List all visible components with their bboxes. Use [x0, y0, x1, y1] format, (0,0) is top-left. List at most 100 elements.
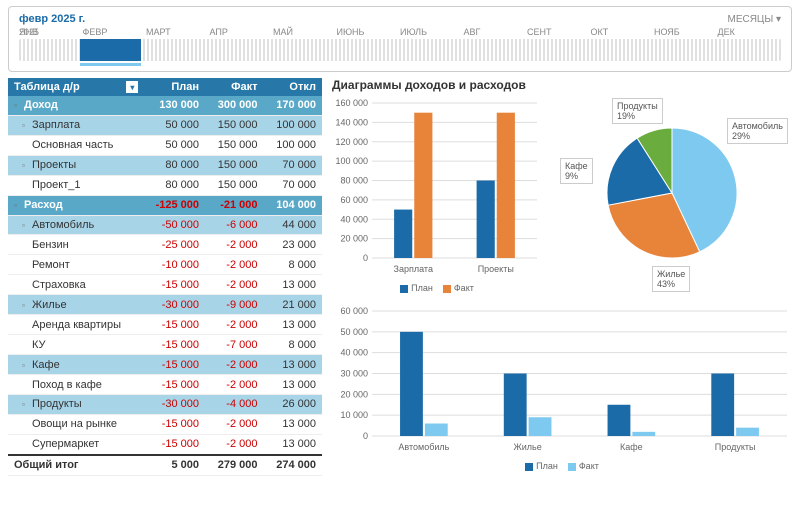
table-cell: ▫Кафе [8, 355, 142, 375]
filter-icon[interactable]: ▾ [126, 81, 138, 93]
svg-text:40 000: 40 000 [340, 348, 368, 358]
table-cell: -2 000 [205, 235, 263, 255]
table-cell: -2 000 [205, 375, 263, 395]
timeline-month-label[interactable]: АПР [210, 27, 274, 37]
expense-pie-chart: Продукты19%Автомобиль29%Кафе9%Жилье43% [552, 98, 772, 298]
timeline-month-label[interactable]: НОЯБ [654, 27, 718, 37]
table-cell: -15 000 [142, 434, 205, 455]
table-header[interactable]: Откл [264, 78, 323, 96]
pie-slice-label: Автомобиль29% [727, 118, 788, 144]
timeline-underline [80, 63, 141, 66]
expand-icon[interactable]: ▫ [22, 400, 30, 409]
svg-text:30 000: 30 000 [340, 369, 368, 379]
table-cell: -6 000 [205, 215, 263, 235]
timeline-month-label[interactable]: МАРТ [146, 27, 210, 37]
table-cell: -4 000 [205, 394, 263, 414]
table-cell: -15 000 [142, 315, 205, 335]
timeline-month-label[interactable]: ИЮНЬ [337, 27, 401, 37]
table-header[interactable]: План [142, 78, 205, 96]
table-cell: 13 000 [264, 375, 323, 395]
table-row[interactable]: Супермаркет-15 000-2 00013 000 [8, 434, 322, 455]
table-cell: Поход в кафе [8, 375, 142, 395]
timeline-track[interactable]: ЯНВФЕВРМАРТАПРМАЙИЮНЬИЮЛЬАВГСЕНТОКТНОЯБД… [19, 39, 781, 61]
expand-icon[interactable]: ▫ [14, 101, 22, 110]
svg-text:Кафе: Кафе [620, 442, 643, 452]
timeline-month-label[interactable]: ИЮЛЬ [400, 27, 464, 37]
svg-text:50 000: 50 000 [340, 327, 368, 337]
timeline-month-label[interactable]: ОКТ [591, 27, 655, 37]
table-row[interactable]: Аренда квартиры-15 000-2 00013 000 [8, 315, 322, 335]
pie-slice-label: Жилье43% [652, 266, 690, 292]
timeline-month-label[interactable]: ДЕК [718, 27, 782, 37]
table-row[interactable]: Овощи на рынке-15 000-2 00013 000 [8, 414, 322, 434]
table-cell: 80 000 [142, 175, 205, 195]
table-row[interactable]: Общий итог5 000279 000274 000 [8, 455, 322, 476]
table-row[interactable]: ▫Кафе-15 000-2 00013 000 [8, 355, 322, 375]
table-row[interactable]: ▫Автомобиль-50 000-6 00044 000 [8, 215, 322, 235]
svg-text:Продукты: Продукты [715, 442, 756, 452]
table-cell: 150 000 [205, 155, 263, 175]
timeline-month-label[interactable]: МАЙ [273, 27, 337, 37]
table-row[interactable]: ▫Расход-125 000-21 000104 000 [8, 195, 322, 215]
table-row[interactable]: ▫Проекты80 000150 00070 000 [8, 155, 322, 175]
svg-text:60 000: 60 000 [340, 306, 368, 316]
expand-icon[interactable]: ▫ [22, 221, 30, 230]
table-cell: 50 000 [142, 135, 205, 155]
table-cell: ▫Жилье [8, 295, 142, 315]
table-cell: ▫Проекты [8, 155, 142, 175]
svg-text:0: 0 [363, 431, 368, 441]
table-cell: -15 000 [142, 414, 205, 434]
table-row[interactable]: КУ-15 000-7 0008 000 [8, 335, 322, 355]
table-row[interactable]: Бензин-25 000-2 00023 000 [8, 235, 322, 255]
expense-legend: План Факт [332, 461, 792, 471]
table-cell: -7 000 [205, 335, 263, 355]
expand-icon[interactable]: ▫ [22, 121, 30, 130]
table-cell: -2 000 [205, 315, 263, 335]
table-cell: Бензин [8, 235, 142, 255]
table-cell: 13 000 [264, 414, 323, 434]
table-row[interactable]: ▫Доход130 000300 000170 000 [8, 96, 322, 115]
table-row[interactable]: Поход в кафе-15 000-2 00013 000 [8, 375, 322, 395]
table-cell: 100 000 [264, 115, 323, 135]
timeline-slicer[interactable]: февр 2025 г. МЕСЯЦЫ ▾ 2025 ЯНВФЕВРМАРТАП… [8, 6, 792, 72]
table-cell: КУ [8, 335, 142, 355]
table-cell: 104 000 [264, 195, 323, 215]
table-row[interactable]: ▫Продукты-30 000-4 00026 000 [8, 394, 322, 414]
svg-text:40 000: 40 000 [340, 214, 368, 224]
table-header[interactable]: Таблица д/р▾ [8, 78, 142, 96]
table-row[interactable]: Ремонт-10 000-2 0008 000 [8, 255, 322, 275]
table-cell: 8 000 [264, 255, 323, 275]
table-header[interactable]: Факт [205, 78, 263, 96]
svg-text:80 000: 80 000 [340, 176, 368, 186]
svg-text:Зарплата: Зарплата [394, 264, 433, 274]
table-cell: 26 000 [264, 394, 323, 414]
timeline-selection[interactable] [80, 39, 141, 61]
expand-icon[interactable]: ▫ [14, 201, 22, 210]
table-cell: Проект_1 [8, 175, 142, 195]
timeline-month-label[interactable]: ЯНВ [19, 27, 83, 37]
table-cell: -2 000 [205, 434, 263, 455]
table-cell: Аренда квартиры [8, 315, 142, 335]
expand-icon[interactable]: ▫ [22, 301, 30, 310]
timeline-month-label[interactable]: СЕНТ [527, 27, 591, 37]
table-row[interactable]: ▫Жилье-30 000-9 00021 000 [8, 295, 322, 315]
pivot-table[interactable]: Таблица д/р▾ПланФактОткл ▫Доход130 00030… [8, 78, 322, 476]
table-cell: -2 000 [205, 255, 263, 275]
svg-text:160 000: 160 000 [335, 98, 368, 108]
table-cell: 150 000 [205, 115, 263, 135]
table-row[interactable]: Страховка-15 000-2 00013 000 [8, 275, 322, 295]
timeline-month-label[interactable]: АВГ [464, 27, 528, 37]
table-cell: -15 000 [142, 375, 205, 395]
income-bar-chart: 020 00040 00060 00080 000100 000120 0001… [332, 98, 542, 298]
table-row[interactable]: Основная часть50 000150 000100 000 [8, 135, 322, 155]
table-row[interactable]: Проект_180 000150 00070 000 [8, 175, 322, 195]
table-row[interactable]: ▫Зарплата50 000150 000100 000 [8, 115, 322, 135]
table-cell: Общий итог [8, 455, 142, 476]
expand-icon[interactable]: ▫ [22, 161, 30, 170]
timeline-period-dropdown[interactable]: МЕСЯЦЫ ▾ [727, 14, 781, 25]
svg-text:100 000: 100 000 [335, 156, 368, 166]
expand-icon[interactable]: ▫ [22, 361, 30, 370]
table-cell: -2 000 [205, 275, 263, 295]
table-cell: -50 000 [142, 215, 205, 235]
timeline-month-label[interactable]: ФЕВР [83, 27, 147, 37]
